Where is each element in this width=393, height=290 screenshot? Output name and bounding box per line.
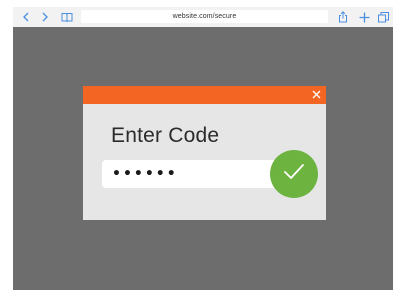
submit-button[interactable] <box>270 150 318 198</box>
enter-code-dialog: Enter Code •••••• <box>83 86 326 220</box>
book-icon <box>61 12 73 22</box>
tabs-icon <box>377 11 389 23</box>
chevron-left-icon <box>22 12 30 22</box>
share-icon <box>338 11 348 23</box>
share-button[interactable] <box>336 8 350 26</box>
code-input[interactable]: •••••• <box>102 160 280 188</box>
plus-icon <box>359 12 370 23</box>
new-tab-button[interactable] <box>357 8 371 26</box>
dialog-header <box>83 86 326 104</box>
checkmark-icon <box>283 163 305 186</box>
bookmarks-button[interactable] <box>58 8 76 26</box>
browser-toolbar: website.com/secure <box>13 7 393 27</box>
url-text: website.com/secure <box>172 13 237 20</box>
tabs-button[interactable] <box>376 8 390 26</box>
address-bar[interactable]: website.com/secure <box>81 10 328 23</box>
dialog-title: Enter Code <box>111 124 220 147</box>
back-button[interactable] <box>19 8 33 26</box>
close-icon <box>312 86 321 104</box>
forward-button[interactable] <box>38 8 52 26</box>
close-button[interactable] <box>308 87 324 103</box>
chevron-right-icon <box>41 12 49 22</box>
